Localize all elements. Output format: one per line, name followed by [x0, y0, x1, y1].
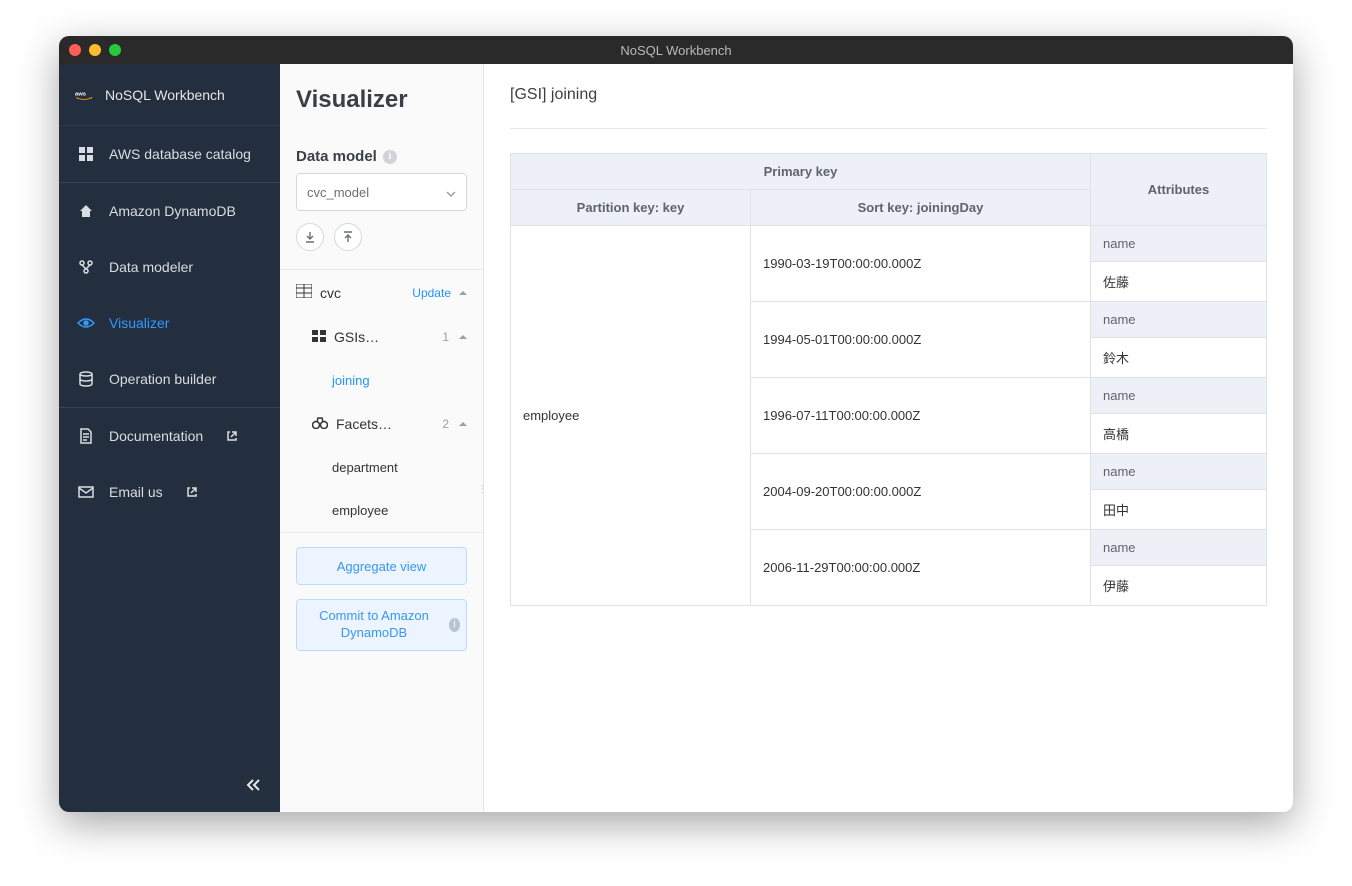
- sidebar-item-label: AWS database catalog: [109, 146, 251, 162]
- visualizer-panel: Visualizer Data model i cvc_model cvc Up…: [280, 64, 484, 812]
- chevron-up-icon: [459, 286, 467, 300]
- export-button[interactable]: [334, 223, 362, 251]
- sidebar-item-documentation[interactable]: Documentation: [59, 408, 280, 464]
- sidebar: aws NoSQL Workbench AWS database catalog…: [59, 64, 280, 812]
- modeler-icon: [77, 259, 95, 275]
- tree-gsis-row[interactable]: GSIs… 1: [280, 315, 483, 359]
- eye-icon: [77, 317, 95, 329]
- gsi-count: 1: [442, 330, 449, 344]
- header-sort-key: Sort key: joiningDay: [751, 190, 1091, 226]
- chevron-down-icon: [446, 185, 456, 200]
- main-title: [GSI] joining: [510, 86, 1267, 129]
- sidebar-item-label: Email us: [109, 484, 163, 500]
- cell-attr-value: 高橋: [1091, 414, 1267, 454]
- window-title: NoSQL Workbench: [59, 43, 1293, 58]
- cell-attr-name: name: [1091, 378, 1267, 414]
- import-button[interactable]: [296, 223, 324, 251]
- zoom-window-icon[interactable]: [109, 44, 121, 56]
- data-model-select[interactable]: cvc_model: [296, 173, 467, 211]
- gsi-item-name: joining: [332, 373, 370, 388]
- cell-attr-name: name: [1091, 454, 1267, 490]
- commit-button[interactable]: Commit to Amazon DynamoDB i: [296, 599, 467, 651]
- tree-table-name: cvc: [320, 285, 341, 301]
- cell-sort-key: 2004-09-20T00:00:00.000Z: [751, 454, 1091, 530]
- mail-icon: [77, 486, 95, 498]
- document-icon: [77, 428, 95, 444]
- aggregate-wrap: Aggregate view: [280, 532, 483, 599]
- gsi-icon: [312, 329, 326, 345]
- model-actions: [280, 211, 483, 269]
- chevron-up-icon: [459, 417, 467, 431]
- external-link-icon: [223, 430, 241, 442]
- cell-attr-value: 伊藤: [1091, 566, 1267, 606]
- brand-name: NoSQL Workbench: [105, 87, 225, 103]
- cell-attr-name: name: [1091, 530, 1267, 566]
- cell-attr-value: 佐藤: [1091, 262, 1267, 302]
- sidebar-item-label: Visualizer: [109, 315, 169, 331]
- facet-item-employee[interactable]: employee: [280, 489, 483, 532]
- cell-attr-value: 鈴木: [1091, 338, 1267, 378]
- brand: aws NoSQL Workbench: [59, 64, 280, 126]
- data-grid: Primary key Attributes Partition key: ke…: [510, 153, 1267, 606]
- cell-attr-name: name: [1091, 226, 1267, 262]
- chevron-up-icon: [459, 330, 467, 344]
- sidebar-item-dynamodb[interactable]: Amazon DynamoDB: [59, 183, 280, 239]
- sidebar-item-email[interactable]: Email us: [59, 464, 280, 520]
- cell-sort-key: 1996-07-11T00:00:00.000Z: [751, 378, 1091, 454]
- aggregate-view-button[interactable]: Aggregate view: [296, 547, 467, 585]
- main-content: [GSI] joining Primary key Attributes Par…: [484, 64, 1293, 812]
- info-icon[interactable]: i: [383, 150, 397, 164]
- tree-gsi-item[interactable]: joining: [280, 359, 483, 402]
- sidebar-item-label: Amazon DynamoDB: [109, 203, 236, 219]
- sidebar-item-label: Documentation: [109, 428, 203, 444]
- facet-item-department[interactable]: department: [280, 446, 483, 489]
- titlebar: NoSQL Workbench: [59, 36, 1293, 64]
- cell-sort-key: 1994-05-01T00:00:00.000Z: [751, 302, 1091, 378]
- facets-count: 2: [442, 417, 449, 431]
- content-body: aws NoSQL Workbench AWS database catalog…: [59, 64, 1293, 812]
- sidebar-item-operation-builder[interactable]: Operation builder: [59, 351, 280, 407]
- close-window-icon[interactable]: [69, 44, 81, 56]
- data-model-selected: cvc_model: [307, 185, 369, 200]
- sidebar-item-label: Data modeler: [109, 259, 193, 275]
- cell-attr-name: name: [1091, 302, 1267, 338]
- facets-label: Facets…: [336, 416, 392, 432]
- nav: AWS database catalog Amazon DynamoDB Dat…: [59, 126, 280, 520]
- window-controls: [69, 44, 121, 56]
- grid-icon: [77, 146, 95, 162]
- header-attributes: Attributes: [1091, 154, 1267, 226]
- binoculars-icon: [312, 416, 328, 432]
- sidebar-item-catalog[interactable]: AWS database catalog: [59, 126, 280, 182]
- tree: cvc Update GSIs… 1 joining: [280, 269, 483, 532]
- tree-facets-row[interactable]: Facets… 2: [280, 402, 483, 446]
- gsis-label: GSIs…: [334, 329, 379, 345]
- cell-sort-key: 2006-11-29T00:00:00.000Z: [751, 530, 1091, 606]
- collapse-sidebar-button[interactable]: [246, 778, 262, 796]
- external-link-icon: [183, 486, 201, 498]
- tree-table-row[interactable]: cvc Update: [280, 270, 483, 315]
- svg-text:aws: aws: [75, 91, 86, 97]
- sidebar-item-visualizer[interactable]: Visualizer: [59, 295, 280, 351]
- sidebar-item-label: Operation builder: [109, 371, 216, 387]
- update-link[interactable]: Update: [412, 286, 451, 300]
- cell-sort-key: 1990-03-19T00:00:00.000Z: [751, 226, 1091, 302]
- app-window: NoSQL Workbench aws NoSQL Workbench AWS …: [59, 36, 1293, 812]
- sidebar-item-data-modeler[interactable]: Data modeler: [59, 239, 280, 295]
- header-partition-key: Partition key: key: [511, 190, 751, 226]
- cell-partition-value: employee: [511, 226, 751, 606]
- home-icon: [77, 203, 95, 219]
- data-model-label: Data model i: [280, 130, 483, 173]
- commit-wrap: Commit to Amazon DynamoDB i: [280, 599, 483, 665]
- header-primary-key: Primary key: [511, 154, 1091, 190]
- database-icon: [77, 371, 95, 387]
- aws-logo-icon: aws: [75, 85, 93, 105]
- panel-heading: Visualizer: [280, 64, 483, 130]
- info-icon: i: [449, 618, 460, 632]
- cell-attr-value: 田中: [1091, 490, 1267, 530]
- minimize-window-icon[interactable]: [89, 44, 101, 56]
- table-icon: [296, 284, 312, 301]
